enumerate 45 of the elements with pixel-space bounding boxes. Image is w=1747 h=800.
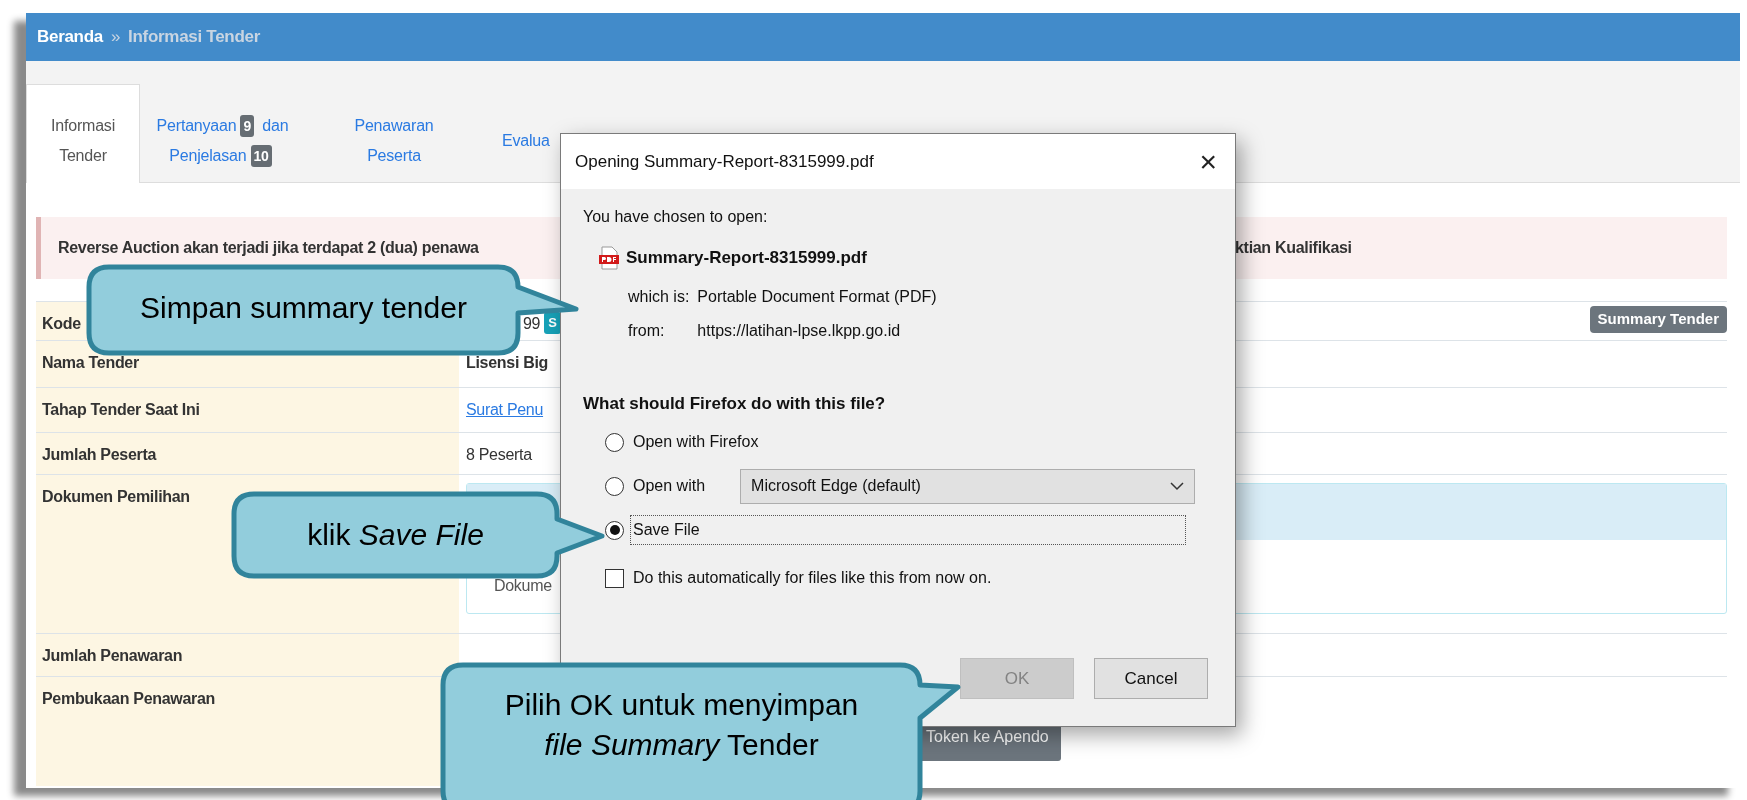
field-value: 8 Peserta [466, 445, 532, 465]
breadcrumb-link[interactable]: Beranda [37, 24, 103, 50]
file-name: Summary-Report-8315999.pdf [626, 247, 867, 269]
close-button[interactable]: × [1195, 146, 1221, 177]
code-value: 99 [523, 314, 541, 334]
checkbox[interactable] [605, 568, 624, 588]
dialog-question: What should Firefox do with this file? [583, 392, 887, 415]
dialog-button[interactable]: Cancel [1094, 658, 1208, 699]
option-label[interactable]: Save File [630, 515, 1186, 545]
document-text: Dokume [494, 577, 552, 594]
callout-text: Pilih OK untuk menyimpan file Summary Tender [503, 687, 860, 763]
detail-value: Portable Document Format (PDF) [697, 286, 937, 307]
breadcrumb-separator: » [110, 26, 121, 49]
tab[interactable]: Penawaran Peserta [305, 84, 483, 183]
detail-label: from: [628, 320, 666, 341]
option-label[interactable]: Open with [630, 471, 709, 501]
alert-text: Reverse Auction akan terjadi jika terdapat 2 (dua) penawa [58, 239, 479, 256]
row-label: Jumlah Peserta [36, 433, 459, 474]
detail-label: which is: [628, 286, 690, 307]
summary-button[interactable]: Summary Tender [1589, 306, 1727, 333]
checkbox-label[interactable]: Do this automatically for files like this from now on. [630, 563, 995, 593]
radio-button[interactable] [605, 476, 624, 496]
chevron-icon [1170, 481, 1185, 491]
field-value: Lisensi Big [466, 353, 549, 373]
tab[interactable]: Informasi Tender [26, 84, 140, 183]
tab[interactable]: Pertanyaan 9 dan Penjelasan 10 [140, 84, 305, 183]
callout-text: Simpan summary tender [140, 290, 467, 326]
option-label[interactable]: Open with Firefox [630, 427, 762, 457]
status-badge: S [544, 312, 561, 334]
detail-value: https://latihan-lpse.lkpp.go.id [697, 320, 902, 341]
dialog-title: Opening Summary-Report-8315999.pdf [575, 150, 874, 173]
dropdown-value: Microsoft Edge (default) [751, 476, 921, 496]
count-badge: 9 [240, 115, 255, 137]
row-label: Jumlah Penawaran [36, 634, 459, 676]
dialog-text: You have chosen to open: [583, 207, 769, 227]
alert-text: ktian Kualifikasi [1235, 238, 1352, 258]
stage-link[interactable]: Surat Penu [466, 398, 544, 422]
radio-button[interactable] [605, 432, 624, 452]
app-dropdown[interactable]: Microsoft Edge (default) [740, 468, 1196, 504]
count-badge: 10 [250, 145, 272, 167]
pdf-file-icon [598, 245, 620, 270]
row-label: Tahap Tender Saat Ini [36, 388, 459, 432]
tab[interactable]: Evalua [483, 84, 551, 183]
breadcrumb-current: Informasi Tender [128, 26, 260, 49]
radio-button[interactable] [605, 520, 624, 540]
